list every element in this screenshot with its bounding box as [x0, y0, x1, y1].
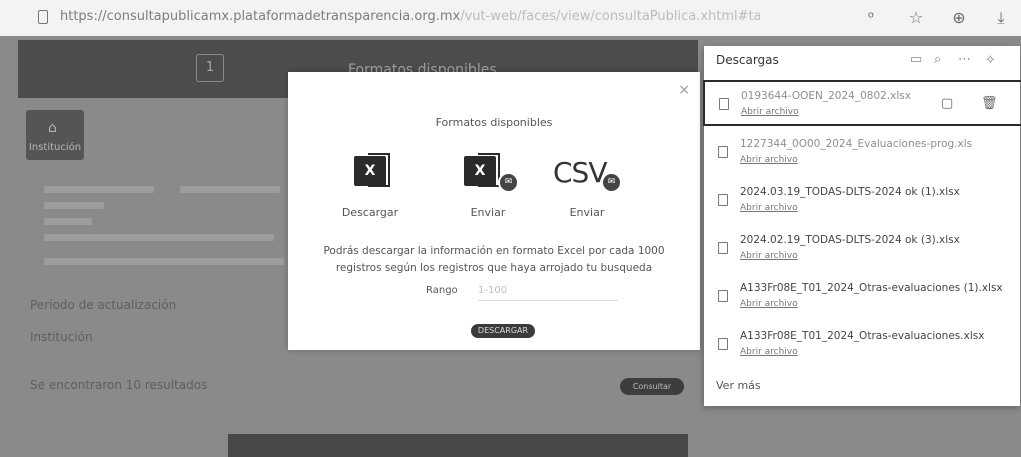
downloads-header: Descargas ▭ ⌕ ⋯ ⟡ — [704, 46, 1020, 76]
file-icon — [718, 290, 728, 302]
results-text: Se encontraron 10 resultados — [30, 378, 208, 392]
file-icon — [718, 242, 728, 254]
favorites-star-icon[interactable]: ☆ — [905, 7, 927, 29]
file-icon — [719, 98, 729, 110]
building-icon: ⌂ — [48, 120, 57, 136]
page-icon — [38, 10, 48, 24]
open-folder-icon[interactable]: ▭ — [910, 52, 922, 67]
bg-line — [180, 186, 280, 193]
reader-icon[interactable]: ᵒ — [860, 7, 882, 29]
email-icon: ✉ — [498, 172, 519, 193]
download-icon[interactable]: ⤓ — [990, 7, 1012, 29]
file-icon — [718, 338, 728, 350]
download-item[interactable]: A133Fr08E_T01_2024_Otras-evaluaciones (1… — [704, 274, 1020, 320]
address-bar: https://consultapublicamx.plataformadetr… — [0, 0, 1021, 37]
modal-title: Formatos disponibles — [435, 116, 553, 129]
download-filename: 2024.02.19_TODAS-DLTS-2024 ok (3).xlsx — [740, 234, 960, 246]
format-csv-email[interactable]: CSV ✉ Enviar — [547, 156, 627, 226]
bg-line — [44, 202, 104, 209]
range-select[interactable]: 1-100 — [478, 285, 507, 296]
bg-text: Periodo de actualización — [30, 298, 177, 312]
formats-modal: × Formatos disponibles X Descargar X ✉ E… — [288, 72, 700, 350]
format-label: Enviar — [470, 206, 506, 219]
bg-line — [44, 258, 284, 265]
show-in-folder-icon[interactable]: ▢ — [941, 96, 953, 111]
pin-icon[interactable]: ⟡ — [986, 52, 995, 67]
step-number: 1 — [196, 54, 224, 82]
url-host: https://consultapublicamx.plataformadetr… — [60, 9, 461, 24]
format-excel-email[interactable]: X ✉ Enviar — [448, 153, 528, 226]
file-icon — [718, 194, 728, 206]
download-item[interactable]: A133Fr08E_T01_2024_Otras-evaluaciones.xl… — [704, 322, 1020, 368]
consult-button[interactable]: Consultar — [620, 378, 684, 395]
consult-button-label: Consultar — [632, 382, 672, 391]
excel-icon: X — [464, 156, 496, 186]
download-filename: A133Fr08E_T01_2024_Otras-evaluaciones.xl… — [740, 330, 985, 342]
download-filename: 0193644-OOEN_2024_0802.xlsx — [741, 90, 911, 102]
csv-icon: CSV — [553, 156, 607, 189]
download-filename: 2024.03.19_TODAS-DLTS-2024 ok (1).xlsx — [740, 186, 960, 198]
format-label: Descargar — [341, 206, 399, 219]
download-filename: A133Fr08E_T01_2024_Otras-evaluaciones (1… — [740, 282, 1003, 294]
url-path: /vut-web/faces/view/consultaPublica.xhtm… — [460, 9, 760, 24]
download-item[interactable]: 2024.03.19_TODAS-DLTS-2024 ok (1).xlsx A… — [704, 178, 1020, 224]
bg-line — [44, 218, 92, 225]
open-file-link[interactable]: Abrir archivo — [740, 155, 798, 165]
collections-icon[interactable]: ⊕ — [948, 7, 970, 29]
email-icon: ✉ — [601, 172, 622, 193]
downloads-panel: Descargas ▭ ⌕ ⋯ ⟡ 0193644-OOEN_2024_0802… — [703, 46, 1021, 406]
download-button[interactable]: DESCARGAR — [471, 324, 535, 338]
url-field[interactable]: https://consultapublicamx.plataformadetr… — [60, 9, 760, 24]
open-file-link[interactable]: Abrir archivo — [740, 347, 798, 357]
download-item[interactable]: 0193644-OOEN_2024_0802.xlsx Abrir archiv… — [703, 80, 1021, 126]
range-label: Rango — [426, 285, 458, 296]
excel-icon: X — [354, 156, 386, 186]
download-item[interactable]: 2024.02.19_TODAS-DLTS-2024 ok (3).xlsx A… — [704, 226, 1020, 272]
search-icon[interactable]: ⌕ — [934, 52, 941, 67]
bg-line — [44, 186, 154, 193]
file-icon — [718, 146, 728, 158]
sidebar-button-label: Institución — [28, 142, 82, 153]
see-more-link[interactable]: Ver más — [716, 379, 761, 392]
bottom-bar — [228, 434, 688, 457]
range-underline — [478, 300, 618, 301]
more-options-icon[interactable]: ⋯ — [958, 52, 971, 67]
open-file-link[interactable]: Abrir archivo — [740, 251, 798, 261]
close-icon[interactable]: × — [678, 82, 690, 98]
format-label: Enviar — [569, 206, 605, 219]
open-file-link[interactable]: Abrir archivo — [740, 299, 798, 309]
download-item[interactable]: 1227344_0O00_2024_Evaluaciones-prog.xls … — [704, 130, 1020, 176]
sidebar-institution-button[interactable]: ⌂ Institución — [26, 110, 84, 160]
downloads-title: Descargas — [716, 53, 779, 67]
open-file-link[interactable]: Abrir archivo — [741, 107, 799, 117]
modal-info-text: Podrás descargar la información en forma… — [323, 245, 665, 274]
download-filename: 1227344_0O00_2024_Evaluaciones-prog.xls — [740, 138, 973, 150]
open-file-link[interactable]: Abrir archivo — [740, 203, 798, 213]
bg-text: Institución — [30, 330, 93, 344]
format-excel-download[interactable]: X Descargar — [330, 153, 410, 226]
bg-line — [44, 234, 274, 241]
delete-icon[interactable]: 🗑 — [981, 96, 998, 111]
